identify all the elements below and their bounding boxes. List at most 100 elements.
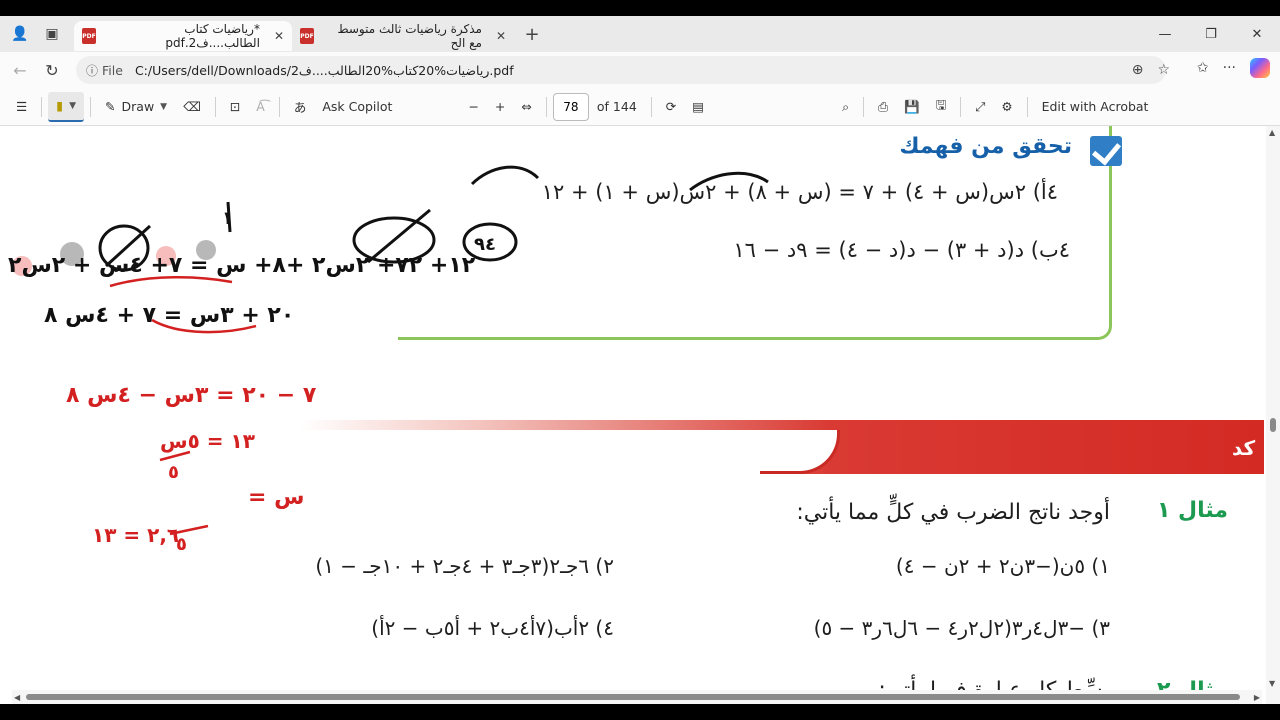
browser-extensions: ✩ ··· bbox=[1197, 58, 1270, 78]
ink-dot bbox=[196, 240, 216, 260]
eraser-icon: ⌫ bbox=[183, 99, 201, 114]
example-1-label: مثال ١ bbox=[1156, 498, 1228, 523]
band-mask bbox=[300, 430, 790, 474]
pen-icon: ✎ bbox=[105, 99, 116, 114]
example-1-question: أوجد ناتج الضرب في كلٍّ مما يأتي: bbox=[796, 500, 1110, 525]
browser-window: 👤 ▣ PDF *رياضيات كتاب الطالب....ف2.pdf ✕… bbox=[0, 16, 1280, 704]
tab-pdf-book[interactable]: PDF *رياضيات كتاب الطالب....ف2.pdf ✕ bbox=[74, 21, 292, 51]
settings-button[interactable]: ⚙ bbox=[993, 92, 1020, 122]
zoom-out-button[interactable]: − bbox=[460, 92, 486, 122]
print-button[interactable]: ⎙ bbox=[870, 92, 896, 122]
eraser-button[interactable]: ⌫ bbox=[175, 92, 209, 122]
ink-fraction-bar bbox=[159, 450, 191, 462]
ink-line-4-den: ٥ bbox=[168, 462, 179, 483]
divider bbox=[545, 96, 547, 117]
translate-icon: あ bbox=[293, 100, 307, 115]
ink-line-3: ٧ − ٢٠ = ٣س − ٤س ٨ bbox=[66, 383, 317, 408]
draw-label: Draw bbox=[121, 99, 155, 114]
page-number-input[interactable] bbox=[552, 92, 589, 121]
favorites-icon[interactable]: ✩ bbox=[1197, 60, 1209, 76]
ask-copilot-button[interactable]: Ask Copilot bbox=[314, 92, 400, 122]
vertical-scrollbar[interactable]: ▲ ▼ bbox=[1266, 126, 1280, 704]
horizontal-scrollbar[interactable]: ◀ ▶ bbox=[12, 690, 1262, 704]
plus-icon: + bbox=[494, 99, 506, 114]
fullscreen-button[interactable]: ⤢ bbox=[967, 92, 993, 122]
ink-arrow-red bbox=[109, 276, 233, 288]
check-icon bbox=[1090, 136, 1122, 166]
scroll-right-icon[interactable]: ▶ bbox=[1254, 693, 1260, 702]
check-understanding-title: تحقق من فهمك bbox=[899, 134, 1072, 159]
divider bbox=[278, 96, 280, 117]
tab-bar: 👤 ▣ PDF *رياضيات كتاب الطالب....ف2.pdf ✕… bbox=[0, 16, 1280, 52]
ink-line-6: ٢,٦ = ١٣ bbox=[92, 523, 179, 547]
tab-label: مذكرة رياضيات ثالث متوسط مع الح bbox=[337, 22, 482, 50]
ink-dot bbox=[12, 256, 32, 276]
address-input[interactable]: ⓘ File C:/Users/dell/Downloads/2رياضيات%… bbox=[76, 56, 1166, 84]
minimize-icon[interactable]: — bbox=[1142, 27, 1188, 42]
ask-copilot-label: Ask Copilot bbox=[322, 99, 393, 114]
copilot-icon[interactable] bbox=[1250, 58, 1270, 78]
tab-label: *رياضيات كتاب الطالب....ف2.pdf bbox=[165, 22, 260, 50]
ink-arrow-red bbox=[151, 318, 257, 334]
close-icon[interactable]: ✕ bbox=[274, 29, 284, 43]
ink-line-2: ٢٠ + ٣س = ٧ + ٤س ٨ bbox=[44, 303, 294, 328]
exercise-4a: ٤أ) ٢س(س + ٤) + ٧ = (س + ٨) + ٢س(س + ١) … bbox=[541, 180, 1058, 204]
highlight-button[interactable]: ▮ ▼ bbox=[48, 91, 85, 122]
profile-icon[interactable]: 👤 bbox=[8, 22, 32, 46]
save-as-button[interactable]: 🖫 bbox=[928, 92, 955, 122]
divider bbox=[650, 96, 652, 117]
fit-width-icon: ⇔ bbox=[521, 99, 532, 114]
chevron-down-icon: ▼ bbox=[69, 100, 77, 111]
favorite-star-icon[interactable]: ☆ bbox=[1157, 62, 1170, 78]
edit-with-acrobat-button[interactable]: Edit with Acrobat bbox=[1034, 92, 1157, 122]
scroll-down-icon[interactable]: ▼ bbox=[1269, 679, 1275, 688]
divider bbox=[863, 96, 865, 117]
page-view-icon: ▤ bbox=[692, 99, 705, 114]
contents-icon[interactable]: ☰ bbox=[8, 92, 35, 122]
text-box-button[interactable]: ⊡ bbox=[222, 92, 248, 122]
new-tab-icon[interactable]: + bbox=[520, 22, 544, 46]
zoom-in-button[interactable]: + bbox=[487, 92, 513, 122]
scroll-up-icon[interactable]: ▲ bbox=[1269, 128, 1275, 137]
gear-icon: ⚙ bbox=[1001, 99, 1013, 114]
read-aloud-button[interactable]: A͡ bbox=[248, 92, 273, 122]
more-icon[interactable]: ··· bbox=[1223, 60, 1236, 76]
search-icon: ⌕ bbox=[842, 98, 850, 114]
page-total: of 144 bbox=[596, 99, 637, 114]
search-button[interactable]: ⌕ bbox=[834, 92, 857, 122]
scroll-left-icon[interactable]: ◀ bbox=[14, 693, 20, 702]
restore-icon[interactable]: ❐ bbox=[1188, 27, 1234, 42]
refresh-icon[interactable]: ↻ bbox=[36, 54, 68, 86]
exercise-4b: ٤ب) د(د + ٣) − د(د − ٤) = ٩د − ١٦ bbox=[733, 238, 1070, 262]
ink-fraction-bar bbox=[169, 524, 209, 536]
translate-button[interactable]: あ bbox=[286, 92, 315, 122]
scroll-thumb[interactable] bbox=[26, 694, 1240, 700]
problem-1: ١) ٥ن(−٣ن٢ + ٢ن − ٤) bbox=[895, 554, 1110, 578]
pdf-page-view[interactable]: تحقق من فهمك ٤أ) ٢س(س + ٤) + ٧ = (س + ٨)… bbox=[0, 126, 1280, 704]
close-icon[interactable]: ✕ bbox=[496, 29, 506, 43]
address-bar-row: ← ↻ ⓘ File C:/Users/dell/Downloads/2رياض… bbox=[0, 52, 1280, 88]
zoom-icon[interactable]: ⊕ bbox=[1132, 62, 1144, 78]
ink-mark: ١ bbox=[222, 208, 233, 229]
rotate-button[interactable]: ⟳ bbox=[658, 92, 684, 122]
print-icon: ⎙ bbox=[878, 98, 889, 114]
tab-pdf-notes[interactable]: PDF مذكرة رياضيات ثالث متوسط مع الح ✕ bbox=[292, 21, 514, 51]
pdf-toolbar: ☰ ▮ ▼ ✎ Draw ▼ ⌫ ⊡ A͡ あ Ask Copilot − + ⇔… bbox=[0, 88, 1280, 126]
save-as-icon: 🖫 bbox=[935, 97, 947, 112]
divider bbox=[1026, 96, 1028, 117]
ink-dot bbox=[156, 246, 176, 266]
scroll-thumb[interactable] bbox=[1270, 418, 1276, 432]
draw-button[interactable]: ✎ Draw ▼ bbox=[97, 92, 175, 122]
tab-actions-icon[interactable]: ▣ bbox=[40, 22, 64, 46]
divider bbox=[214, 96, 216, 117]
highlighter-icon: ▮ bbox=[56, 98, 64, 113]
save-icon: 💾 bbox=[904, 98, 920, 114]
page-view-button[interactable]: ▤ bbox=[684, 92, 712, 122]
save-button[interactable]: 💾 bbox=[896, 92, 928, 122]
ink-strike bbox=[104, 224, 152, 268]
address-actions: ⊕ ☆ bbox=[1132, 56, 1170, 84]
back-icon[interactable]: ← bbox=[4, 54, 36, 86]
close-window-icon[interactable]: ✕ bbox=[1234, 27, 1280, 42]
fit-width-button[interactable]: ⇔ bbox=[513, 92, 539, 122]
chevron-down-icon: ▼ bbox=[160, 101, 168, 112]
